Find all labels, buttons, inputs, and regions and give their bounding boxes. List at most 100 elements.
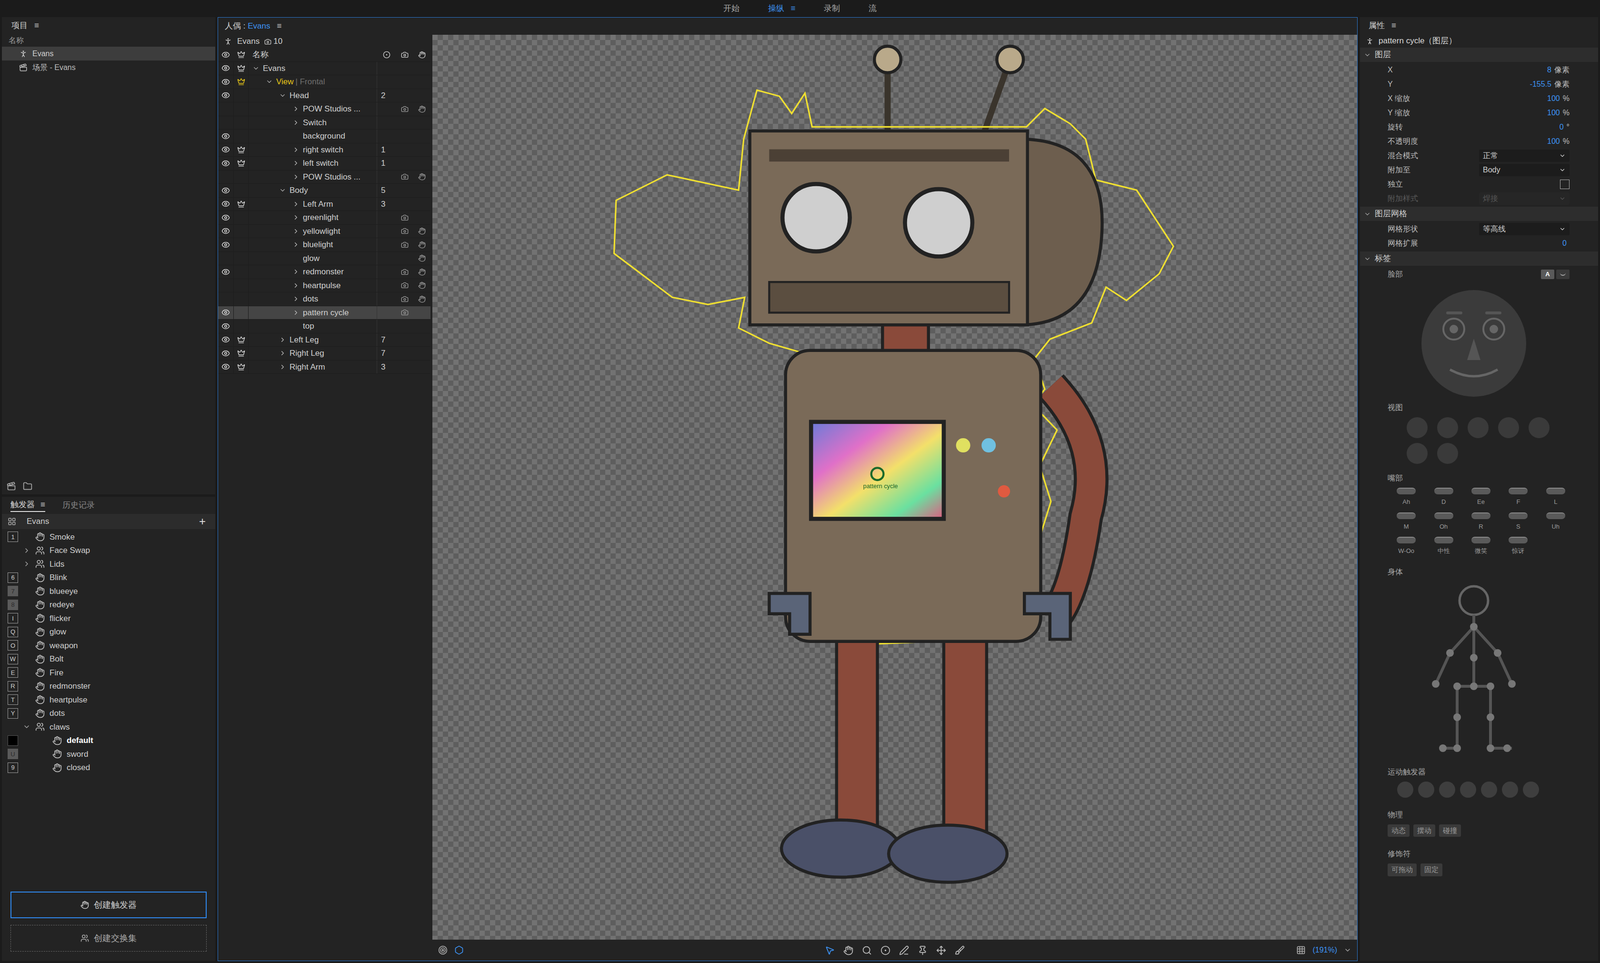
hand-icon[interactable] (843, 945, 854, 956)
property-value[interactable]: 0 (1562, 237, 1570, 250)
crown-icon[interactable] (237, 349, 246, 358)
tag-icon[interactable] (400, 213, 409, 222)
zoom-level[interactable]: (191%) (1312, 944, 1338, 956)
tag-icon[interactable] (400, 281, 409, 290)
motion-trigger-tag[interactable] (1522, 781, 1540, 798)
tag-icon[interactable] (400, 105, 409, 113)
mouth-tag[interactable]: M (1387, 512, 1425, 532)
visibility-eye-icon[interactable] (221, 213, 230, 222)
expand-icon[interactable] (292, 213, 300, 221)
crown-icon[interactable] (237, 64, 246, 73)
key-box[interactable]: T (7, 694, 19, 705)
property-value[interactable]: 100% (1547, 92, 1570, 105)
property-value[interactable]: 8像素 (1547, 64, 1570, 76)
origin-icon[interactable] (880, 945, 891, 956)
trigger-icon[interactable] (418, 105, 426, 113)
property-select[interactable]: 正常 (1479, 149, 1570, 162)
expand-icon[interactable] (279, 349, 287, 357)
layer-row[interactable]: redmonster (218, 265, 431, 280)
section-header[interactable]: 图层 (1360, 47, 1599, 62)
expand-icon[interactable] (279, 186, 287, 194)
brush-icon[interactable] (954, 945, 965, 956)
tag-icon[interactable] (400, 172, 409, 181)
expand-icon[interactable] (292, 268, 300, 276)
mouth-tag[interactable]: Uh (1537, 512, 1575, 532)
key-box[interactable]: 8 (7, 599, 19, 610)
trigger-row[interactable]: Usword (1, 747, 216, 761)
layer-row[interactable]: POW Studios ... (218, 170, 431, 185)
layer-row[interactable]: Switch (218, 116, 431, 130)
transparency-grid-icon[interactable] (1296, 945, 1306, 955)
key-box[interactable]: U (7, 748, 19, 760)
layer-row[interactable]: Right Leg7 (218, 346, 431, 361)
mouth-tag[interactable]: 惊讶 (1499, 536, 1537, 556)
layer-row[interactable]: Evans (218, 61, 431, 76)
key-box[interactable]: I (7, 612, 19, 624)
trigger-row[interactable]: 9closed (1, 760, 216, 775)
visibility-eye-icon[interactable] (221, 131, 230, 141)
dragger-icon[interactable] (936, 945, 947, 956)
visibility-eye-icon[interactable] (221, 362, 230, 371)
visibility-eye-icon[interactable] (221, 240, 230, 250)
key-box[interactable]: R (7, 680, 19, 692)
tag-icon[interactable] (400, 268, 409, 276)
mouth-tag[interactable]: 中性 (1424, 536, 1462, 556)
mouth-tag[interactable]: S (1499, 512, 1537, 532)
layer-row[interactable]: greenlight (218, 210, 431, 225)
key-box[interactable]: O (7, 640, 19, 651)
panel-tab[interactable]: 历史记录 (62, 499, 95, 512)
tag-icon[interactable] (400, 227, 409, 235)
create-button[interactable]: 创建触发器 (10, 891, 207, 919)
visibility-eye-icon[interactable] (221, 308, 230, 317)
mouth-tag[interactable]: D (1424, 487, 1462, 507)
expand-icon[interactable] (292, 119, 300, 127)
visibility-eye-icon[interactable] (221, 145, 230, 154)
key-box[interactable]: 7 (7, 585, 19, 597)
layer-row[interactable]: heartpulse (218, 279, 431, 293)
trigger-row[interactable]: Iflicker (1, 611, 216, 626)
mouth-tag[interactable]: Ah (1387, 487, 1425, 507)
expand-icon[interactable] (292, 295, 300, 303)
layer-row[interactable]: View| Frontal (218, 75, 431, 90)
tag-chip[interactable]: 摆动 (1413, 824, 1436, 838)
view-tag[interactable] (1498, 417, 1520, 439)
section-header[interactable]: 图层网格 (1360, 206, 1599, 221)
face-mode-toggle[interactable] (1556, 269, 1570, 280)
zoom-icon[interactable] (861, 945, 872, 956)
tag-chip[interactable]: 固定 (1420, 863, 1443, 877)
layer-row[interactable]: Right Arm3 (218, 360, 431, 375)
view-tag[interactable] (1437, 442, 1459, 464)
mouth-tag[interactable]: R (1462, 512, 1500, 532)
visibility-eye-icon[interactable] (221, 90, 230, 100)
body-tag-diagram[interactable] (1430, 581, 1517, 758)
crown-icon[interactable] (237, 362, 246, 371)
layer-row[interactable]: Left Arm3 (218, 197, 431, 212)
property-value[interactable]: -155.5像素 (1530, 78, 1570, 90)
expand-icon[interactable] (292, 200, 300, 208)
key-box[interactable]: E (7, 667, 19, 678)
trigger-icon[interactable] (418, 281, 426, 290)
workspace-tab[interactable]: 流 (868, 2, 877, 15)
expand-icon[interactable] (279, 336, 287, 344)
visibility-eye-icon[interactable] (221, 159, 230, 168)
tag-chip[interactable]: 动态 (1387, 824, 1410, 838)
layer-row[interactable]: pattern cycle (218, 306, 431, 320)
motion-trigger-tag[interactable] (1418, 781, 1435, 798)
workspace-tab[interactable]: 开始 (723, 2, 740, 15)
property-value[interactable]: 100% (1547, 107, 1570, 119)
visibility-eye-icon[interactable] (221, 335, 230, 344)
key-box[interactable]: Y (7, 708, 19, 719)
trigger-icon[interactable] (418, 172, 426, 181)
key-box[interactable]: 6 (7, 572, 19, 583)
face-tag-diagram[interactable] (1416, 283, 1531, 399)
trigger-row[interactable]: Oweapon (1, 638, 216, 653)
pin-icon[interactable] (917, 945, 928, 956)
visibility-eye-icon[interactable] (221, 267, 230, 277)
property-select[interactable]: 焊接 (1479, 192, 1570, 205)
visibility-eye-icon[interactable] (221, 199, 230, 209)
expand-icon[interactable] (292, 227, 300, 235)
trigger-icon[interactable] (418, 254, 426, 262)
mouth-tag[interactable]: L (1537, 487, 1575, 507)
section-header[interactable]: 标签 (1360, 251, 1599, 266)
tag-chip[interactable]: 碰撞 (1439, 824, 1461, 838)
